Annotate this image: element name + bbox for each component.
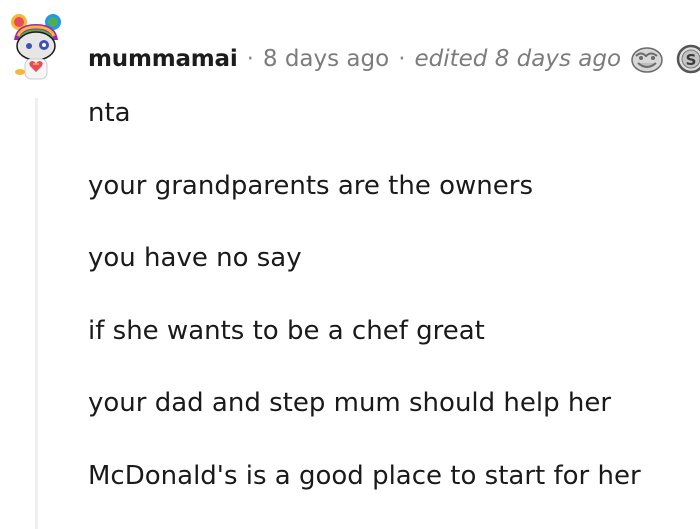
silver-award-glyph: S xyxy=(686,51,697,69)
username-link[interactable]: mummamai xyxy=(88,46,238,72)
avatar[interactable] xyxy=(6,12,66,82)
comment-line: nta xyxy=(88,98,131,128)
hugz-award-icon[interactable] xyxy=(629,43,665,75)
comment: mummamai · 8 days ago · edited 8 days ag… xyxy=(0,0,700,529)
comment-body: nta your grandparents are the owners you… xyxy=(88,97,641,529)
separator: · xyxy=(398,46,406,72)
comment-header: mummamai · 8 days ago · edited 8 days ag… xyxy=(88,42,700,76)
comment-line: your dad and step mum should help her xyxy=(88,388,612,419)
silver-award-icon[interactable]: S xyxy=(673,43,700,75)
separator: · xyxy=(246,46,254,72)
timestamp-link[interactable]: 8 days ago xyxy=(263,46,389,72)
thread-collapse-line[interactable] xyxy=(35,98,38,529)
comment-line: McDonald's is a good place to start for … xyxy=(88,460,641,491)
comment-line: if she wants to be a chef great xyxy=(88,315,485,346)
comment-line: your grandparents are the owners xyxy=(88,170,533,201)
comment-line: you have no say xyxy=(88,243,302,274)
snoo-avatar-icon xyxy=(11,14,61,80)
edited-label: edited 8 days ago xyxy=(414,46,622,72)
